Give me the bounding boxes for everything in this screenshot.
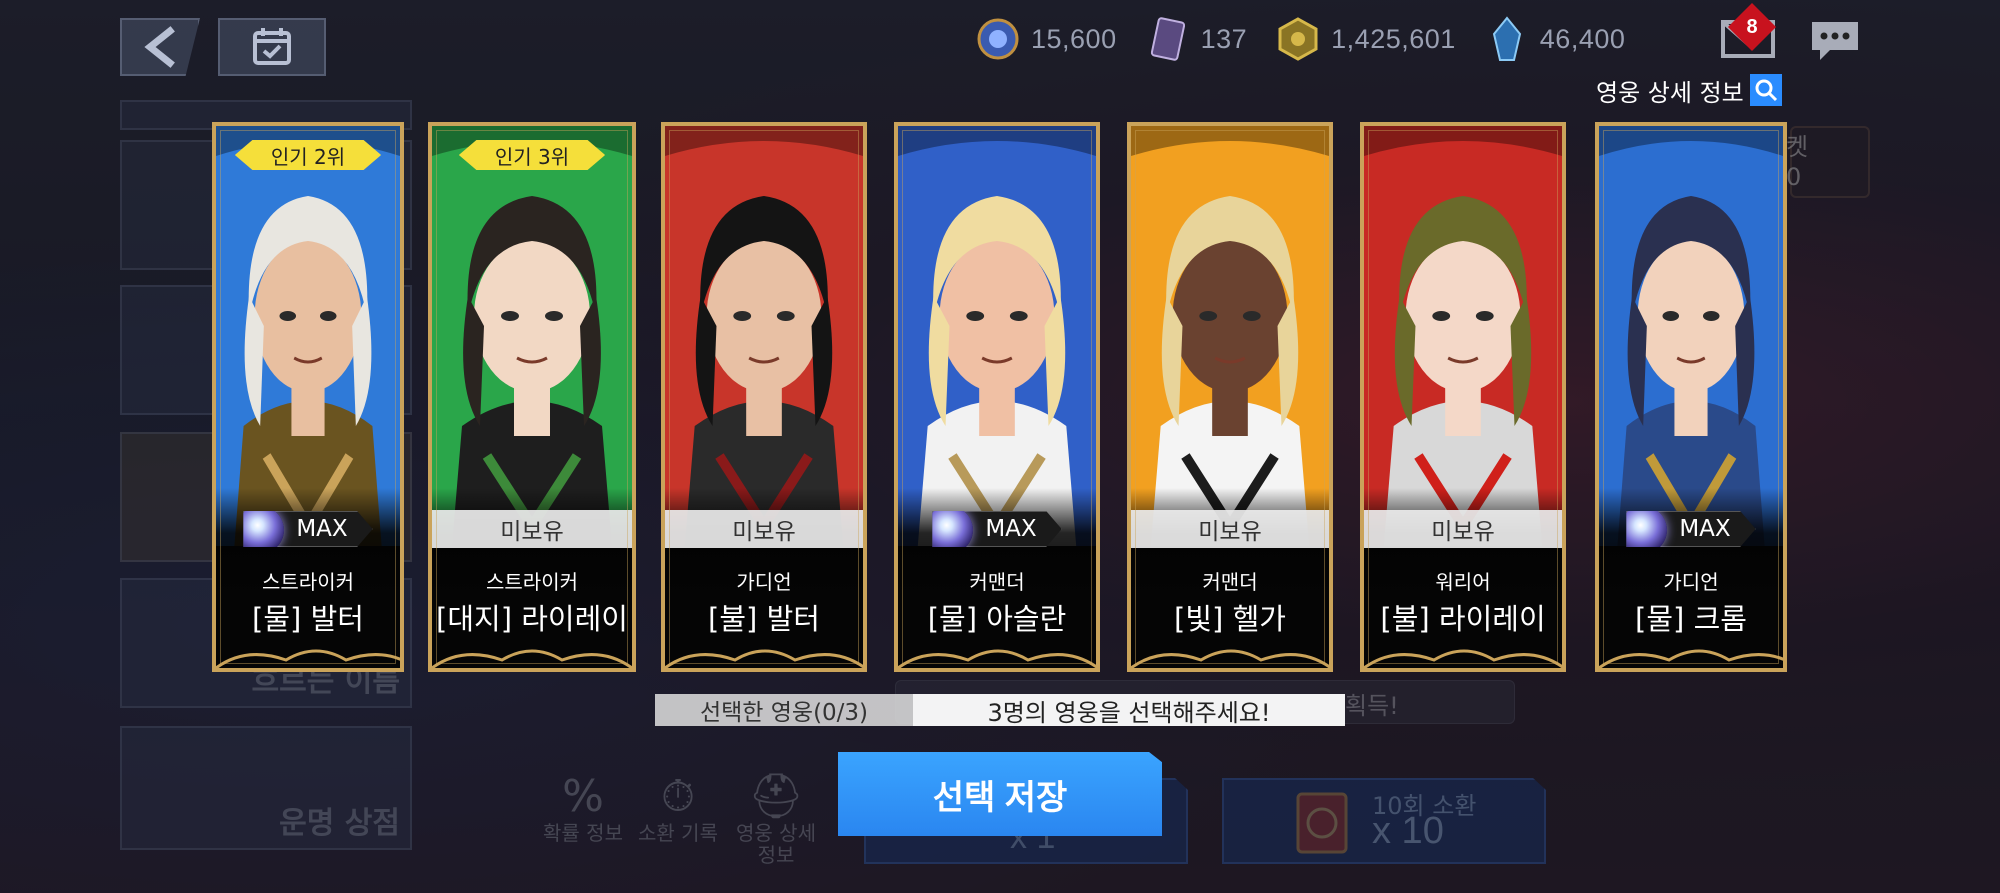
popularity-rank-banner: 인기 2위 bbox=[234, 140, 382, 170]
hero-status-bar: 미보유 bbox=[665, 510, 863, 548]
hero-card[interactable]: MAX 커맨더 [물] 아슬란 bbox=[894, 122, 1100, 672]
popularity-rank-banner: 인기 3위 bbox=[458, 140, 606, 170]
currency-gold-value: 1,425,601 bbox=[1331, 23, 1456, 54]
max-orb-icon bbox=[932, 511, 974, 547]
hero-portrait-art bbox=[432, 126, 632, 546]
back-arrow-icon bbox=[144, 26, 175, 68]
hero-status-bar: 미보유 bbox=[1131, 510, 1329, 548]
max-label: MAX bbox=[1679, 516, 1731, 542]
max-label: MAX bbox=[296, 516, 348, 542]
summon-ticket-icon bbox=[1150, 17, 1185, 61]
hero-portrait bbox=[1599, 126, 1783, 546]
calendar-check-icon bbox=[253, 28, 291, 65]
hero-portrait bbox=[1364, 126, 1562, 546]
card-gold-ornament bbox=[1599, 649, 1783, 668]
hero-class: 커맨더 bbox=[1202, 570, 1258, 594]
hero-name: [물] 크롬 bbox=[1635, 602, 1747, 636]
save-selection-button[interactable]: 선택 저장 bbox=[838, 752, 1162, 836]
hero-class: 스트라이커 bbox=[486, 570, 578, 594]
gold-coin-icon bbox=[1278, 17, 1318, 61]
calendar-button[interactable] bbox=[218, 18, 326, 76]
hero-portrait-art bbox=[898, 126, 1096, 546]
unowned-label: 미보유 bbox=[1431, 519, 1495, 545]
currency-crystal-value: 46,400 bbox=[1539, 23, 1626, 54]
max-label: MAX bbox=[985, 516, 1037, 542]
hero-card[interactable]: 미보유 워리어 [불] 라이레이 bbox=[1360, 122, 1566, 672]
hero-card[interactable]: 미보유 스트라이커 [대지] 라이레이 인기 3위 bbox=[428, 122, 636, 672]
currency-bar: 15,600 137 1,425,601 46,400 bbox=[975, 14, 1653, 64]
hero-portrait-art bbox=[1131, 126, 1329, 546]
unowned-label: 미보유 bbox=[732, 519, 796, 545]
max-level-badge: MAX bbox=[932, 511, 1062, 547]
currency-gem-value: 15,600 bbox=[1031, 23, 1117, 54]
hero-name: [불] 발터 bbox=[708, 602, 820, 636]
magnifier-glyph bbox=[1755, 79, 1777, 102]
select-hint-message: 3명의 영웅을 선택해주세요! bbox=[913, 694, 1345, 727]
hero-class: 가디언 bbox=[736, 570, 792, 594]
hero-status-bar: MAX bbox=[898, 510, 1096, 548]
currency-gem[interactable]: 15,600 bbox=[975, 16, 1117, 62]
hero-name: [불] 라이레이 bbox=[1380, 602, 1546, 636]
hero-card[interactable]: MAX 가디언 [물] 크롬 bbox=[1595, 122, 1787, 672]
max-level-badge: MAX bbox=[1626, 511, 1756, 547]
hero-detail-link[interactable]: 영웅 상세 정보 bbox=[1596, 74, 1782, 107]
hero-portrait bbox=[898, 126, 1096, 546]
hero-class: 커맨더 bbox=[969, 570, 1025, 594]
hero-card[interactable]: MAX 스트라이커 [물] 발터 인기 2위 bbox=[212, 122, 404, 672]
unowned-label: 미보유 bbox=[1198, 519, 1262, 545]
hero-portrait bbox=[665, 126, 863, 546]
hero-portrait-art bbox=[1599, 126, 1783, 546]
hero-status-bar: MAX bbox=[1599, 510, 1783, 548]
hero-name: [대지] 라이레이 bbox=[436, 602, 628, 636]
hero-status-bar: MAX bbox=[216, 510, 400, 548]
blue-crystal-icon bbox=[1492, 16, 1521, 61]
hero-name: [빛] 헬가 bbox=[1174, 602, 1286, 636]
hero-portrait bbox=[216, 126, 400, 546]
currency-crystal[interactable]: 46,400 bbox=[1484, 16, 1626, 62]
hero-card[interactable]: 미보유 커맨더 [빛] 헬가 bbox=[1127, 122, 1333, 672]
hero-portrait-art bbox=[216, 126, 400, 546]
card-gold-ornament bbox=[898, 649, 1096, 668]
max-orb-icon bbox=[1626, 511, 1668, 547]
card-gold-ornament bbox=[665, 649, 863, 668]
card-gold-ornament bbox=[1131, 649, 1329, 668]
hero-status-bar: 미보유 bbox=[432, 510, 632, 548]
card-gold-ornament bbox=[216, 649, 400, 668]
selected-count-label: 선택한 영웅(0/3) bbox=[655, 694, 913, 726]
hero-name: [물] 아슬란 bbox=[927, 602, 1067, 636]
currency-gold[interactable]: 1,425,601 bbox=[1275, 16, 1456, 62]
hero-portrait bbox=[432, 126, 632, 546]
max-level-badge: MAX bbox=[243, 511, 373, 547]
currency-ticket[interactable]: 137 bbox=[1145, 16, 1248, 62]
card-gold-ornament bbox=[432, 649, 632, 668]
hero-portrait-art bbox=[1364, 126, 1562, 546]
hero-portrait-art bbox=[665, 126, 863, 546]
hero-portrait bbox=[1131, 126, 1329, 546]
hero-detail-link-label: 영웅 상세 정보 bbox=[1596, 78, 1744, 107]
hero-card[interactable]: 미보유 가디언 [불] 발터 bbox=[661, 122, 867, 672]
search-icon[interactable] bbox=[1749, 74, 1782, 106]
currency-ticket-value: 137 bbox=[1200, 23, 1248, 54]
card-gold-ornament bbox=[1364, 649, 1562, 668]
mail-badge-count: 8 bbox=[1746, 15, 1758, 38]
hero-class: 가디언 bbox=[1663, 570, 1719, 594]
hero-class: 스트라이커 bbox=[262, 570, 354, 594]
hero-class: 워리어 bbox=[1435, 570, 1491, 594]
blue-gem-orb-icon bbox=[977, 18, 1019, 60]
hero-name: [물] 발터 bbox=[252, 602, 364, 636]
max-orb-icon bbox=[243, 511, 285, 547]
chat-icon[interactable] bbox=[1808, 18, 1862, 64]
hero-status-bar: 미보유 bbox=[1364, 510, 1562, 548]
unowned-label: 미보유 bbox=[500, 519, 564, 545]
